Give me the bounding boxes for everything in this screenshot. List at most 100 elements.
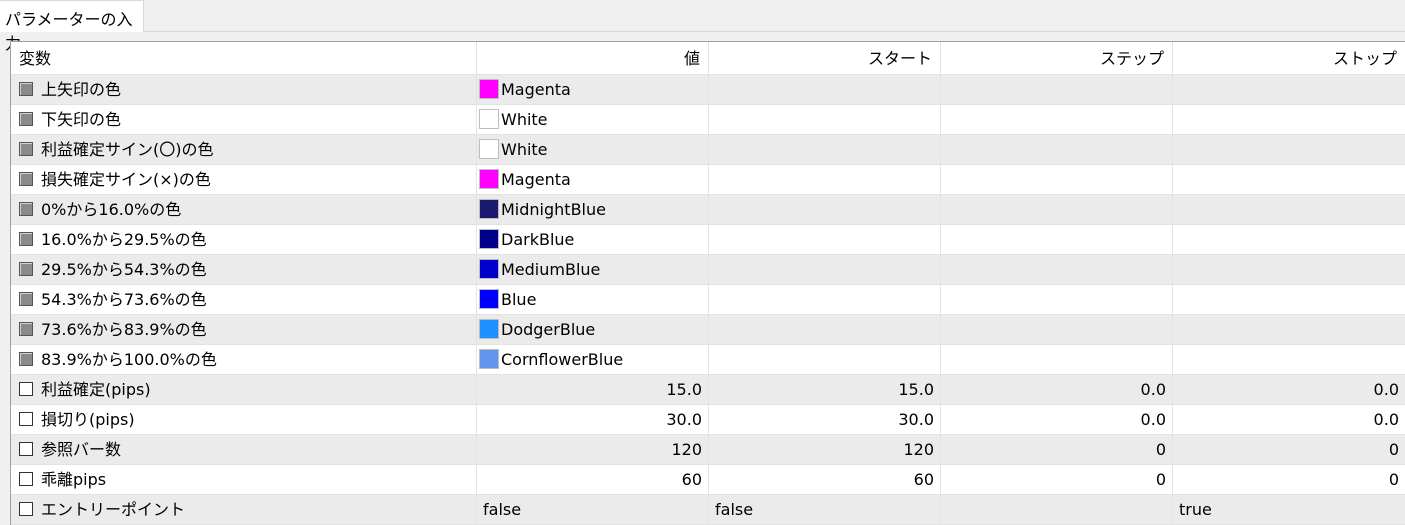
step-cell[interactable] (940, 495, 1172, 524)
table-row[interactable]: 0%から16.0%の色 MidnightBlue (11, 195, 1405, 225)
value-cell[interactable]: 60 (476, 465, 708, 494)
start-cell[interactable]: 120 (708, 435, 940, 464)
stop-cell[interactable]: 0 (1172, 465, 1405, 494)
start-cell[interactable] (708, 285, 940, 314)
start-cell[interactable] (708, 75, 940, 104)
table-row[interactable]: 29.5%から54.3%の色 MediumBlue (11, 255, 1405, 285)
table-row[interactable]: エントリーポイント false false true (11, 495, 1405, 525)
value-cell[interactable]: 120 (476, 435, 708, 464)
start-cell[interactable] (708, 315, 940, 344)
stop-cell[interactable] (1172, 285, 1405, 314)
table-row[interactable]: 16.0%から29.5%の色 DarkBlue (11, 225, 1405, 255)
stop-cell[interactable]: true (1172, 495, 1405, 524)
table-row[interactable]: 54.3%から73.6%の色 Blue (11, 285, 1405, 315)
value-cell[interactable]: White (476, 135, 708, 164)
start-cell[interactable] (708, 105, 940, 134)
stop-cell[interactable] (1172, 165, 1405, 194)
table-row[interactable]: 参照バー数 120 120 0 0 (11, 435, 1405, 465)
row-checkbox[interactable] (19, 292, 33, 306)
table-row[interactable]: 乖離pips 60 60 0 0 (11, 465, 1405, 495)
step-cell[interactable]: 0.0 (940, 405, 1172, 434)
step-cell[interactable] (940, 225, 1172, 254)
row-checkbox[interactable] (19, 442, 33, 456)
row-checkbox[interactable] (19, 262, 33, 276)
step-cell[interactable] (940, 345, 1172, 374)
step-cell[interactable] (940, 135, 1172, 164)
row-checkbox[interactable] (19, 412, 33, 426)
value-cell[interactable]: MediumBlue (476, 255, 708, 284)
step-cell[interactable] (940, 165, 1172, 194)
row-checkbox[interactable] (19, 142, 33, 156)
value-cell[interactable]: 30.0 (476, 405, 708, 434)
row-checkbox[interactable] (19, 472, 33, 486)
column-header-stop[interactable]: ストップ (1172, 42, 1405, 75)
color-name: Magenta (501, 170, 571, 189)
start-cell[interactable] (708, 165, 940, 194)
value-cell[interactable]: Blue (476, 285, 708, 314)
row-checkbox[interactable] (19, 82, 33, 96)
start-cell[interactable] (708, 345, 940, 374)
start-cell[interactable] (708, 255, 940, 284)
stop-cell[interactable]: 0.0 (1172, 375, 1405, 404)
stop-cell[interactable] (1172, 105, 1405, 134)
step-cell[interactable] (940, 105, 1172, 134)
stop-cell[interactable] (1172, 195, 1405, 224)
value-cell[interactable]: Magenta (476, 165, 708, 194)
value-cell[interactable]: DodgerBlue (476, 315, 708, 344)
parameter-name: 29.5%から54.3%の色 (41, 260, 207, 279)
parameter-name-cell: 29.5%から54.3%の色 (11, 255, 476, 284)
table-row[interactable]: 損切り(pips) 30.0 30.0 0.0 0.0 (11, 405, 1405, 435)
value-cell[interactable]: Magenta (476, 75, 708, 104)
value-cell[interactable]: MidnightBlue (476, 195, 708, 224)
table-row[interactable]: 73.6%から83.9%の色 DodgerBlue (11, 315, 1405, 345)
stop-cell[interactable] (1172, 315, 1405, 344)
step-cell[interactable] (940, 195, 1172, 224)
stop-cell[interactable] (1172, 345, 1405, 374)
value-cell[interactable]: CornflowerBlue (476, 345, 708, 374)
step-cell[interactable] (940, 285, 1172, 314)
start-cell[interactable]: 60 (708, 465, 940, 494)
column-header-start[interactable]: スタート (708, 42, 940, 75)
step-cell[interactable] (940, 75, 1172, 104)
row-checkbox[interactable] (19, 232, 33, 246)
start-cell[interactable] (708, 225, 940, 254)
step-cell[interactable] (940, 315, 1172, 344)
tab-parameter-input[interactable]: パラメーターの入力 (0, 0, 144, 53)
column-header-name[interactable]: 変数 (11, 42, 476, 75)
stop-cell[interactable] (1172, 255, 1405, 284)
row-checkbox[interactable] (19, 322, 33, 336)
column-header-step[interactable]: ステップ (940, 42, 1172, 75)
value-cell[interactable]: White (476, 105, 708, 134)
column-header-value[interactable]: 値 (476, 42, 708, 75)
start-cell[interactable] (708, 195, 940, 224)
row-checkbox[interactable] (19, 172, 33, 186)
start-cell[interactable]: 30.0 (708, 405, 940, 434)
table-row[interactable]: 上矢印の色 Magenta (11, 75, 1405, 105)
start-cell[interactable]: 15.0 (708, 375, 940, 404)
color-name: DarkBlue (501, 230, 575, 249)
value-cell[interactable]: false (476, 495, 708, 524)
row-checkbox[interactable] (19, 202, 33, 216)
start-cell[interactable] (708, 135, 940, 164)
step-cell[interactable]: 0 (940, 465, 1172, 494)
table-row[interactable]: 下矢印の色 White (11, 105, 1405, 135)
row-checkbox[interactable] (19, 502, 33, 516)
table-row[interactable]: 83.9%から100.0%の色 CornflowerBlue (11, 345, 1405, 375)
step-cell[interactable]: 0.0 (940, 375, 1172, 404)
start-cell[interactable]: false (708, 495, 940, 524)
stop-cell[interactable] (1172, 75, 1405, 104)
row-checkbox[interactable] (19, 352, 33, 366)
row-checkbox[interactable] (19, 112, 33, 126)
table-row[interactable]: 利益確定(pips) 15.0 15.0 0.0 0.0 (11, 375, 1405, 405)
stop-cell[interactable]: 0.0 (1172, 405, 1405, 434)
value-cell[interactable]: 15.0 (476, 375, 708, 404)
stop-cell[interactable]: 0 (1172, 435, 1405, 464)
stop-cell[interactable] (1172, 225, 1405, 254)
row-checkbox[interactable] (19, 382, 33, 396)
value-cell[interactable]: DarkBlue (476, 225, 708, 254)
step-cell[interactable]: 0 (940, 435, 1172, 464)
step-cell[interactable] (940, 255, 1172, 284)
table-row[interactable]: 利益確定サイン(〇)の色 White (11, 135, 1405, 165)
table-row[interactable]: 損失確定サイン(×)の色 Magenta (11, 165, 1405, 195)
stop-cell[interactable] (1172, 135, 1405, 164)
